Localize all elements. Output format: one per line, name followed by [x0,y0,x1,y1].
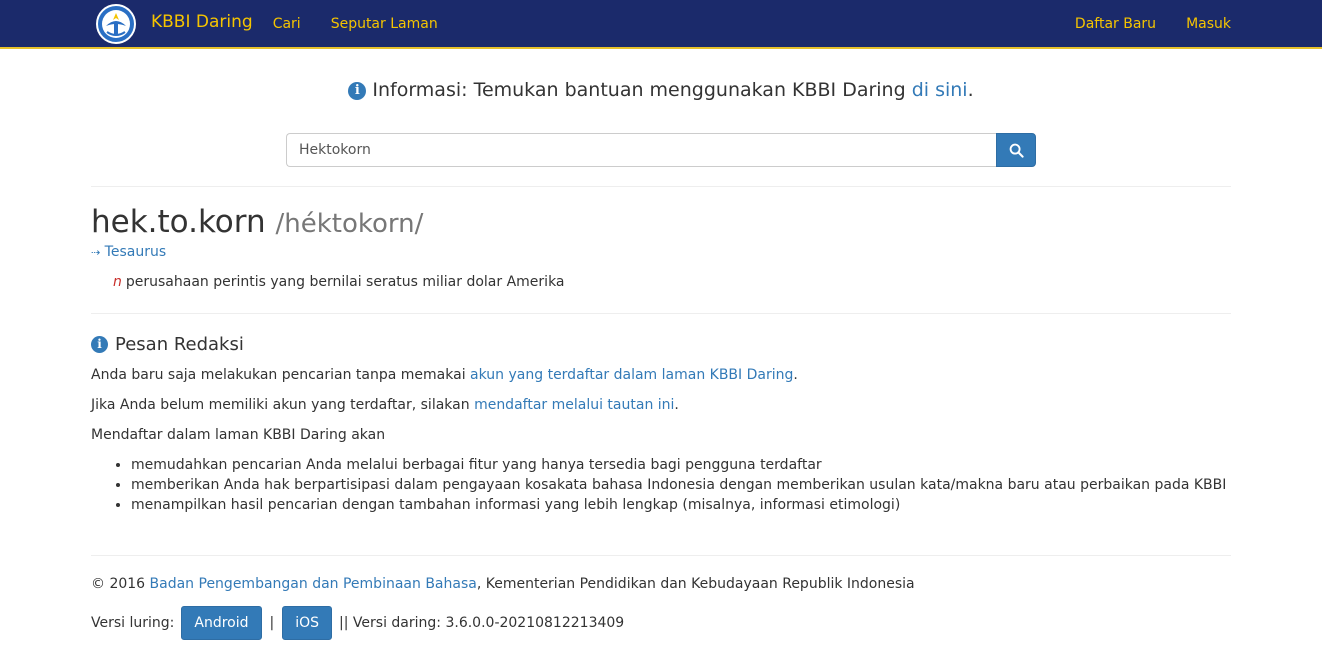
pesan-paragraph-3: Mendaftar dalam laman KBBI Daring akan [91,427,386,443]
pesan-p1-end: . [793,367,798,383]
benefits-list: memudahkan pencarian Anda melalui berbag… [91,455,1261,515]
separator: | [269,615,275,631]
divider [91,555,1231,556]
info-end: . [967,79,974,101]
pesan-p2-text: Jika Anda belum memiliki akun yang terda… [91,397,475,413]
search-button[interactable] [996,133,1036,167]
entry-pronunciation: /héktokorn/ [275,209,424,239]
versi-daring-text: || Versi daring: 3.6.0.0-20210812213409 [339,615,625,631]
nav-link-cari[interactable]: Cari [273,16,301,32]
info-banner: i Informasi: Temukan bantuan menggunakan … [0,79,1322,101]
entry-word: hek.to.korn [91,204,266,240]
info-circle-icon: i [348,82,367,100]
nav-link-daftar-baru[interactable]: Daftar Baru [1075,16,1156,32]
pesan-paragraph-2: Jika Anda belum memiliki akun yang terda… [91,397,679,413]
navbar: KBBI Daring Cari Seputar Laman Daftar Ba… [0,0,1322,49]
version-line: Versi luring: Android | iOS || Versi dar… [91,606,624,640]
copyright-prefix: © 2016 [91,576,150,592]
pesan-redaksi-heading: i Pesan Redaksi [91,334,244,355]
android-button[interactable]: Android [181,606,262,640]
dashed-arrow-icon: ⇢ [91,246,101,259]
tut-wuri-handayani-logo-icon[interactable] [96,4,136,44]
navbar-inner: KBBI Daring Cari Seputar Laman Daftar Ba… [91,0,1231,48]
list-item: memudahkan pencarian Anda melalui berbag… [131,455,1261,475]
info-circle-icon: i [91,336,108,353]
pesan-p2-end: . [674,397,679,413]
definition: n perusahaan perintis yang bernilai serat… [113,274,565,290]
part-of-speech-label: n [113,274,122,290]
pesan-paragraph-1: Anda baru saja melakukan pencarian tanpa… [91,367,798,383]
register-link[interactable]: mendaftar melalui tautan ini [474,397,674,413]
badan-bahasa-link[interactable]: Badan Pengembangan dan Pembinaan Bahasa [150,576,477,592]
search-bar [286,133,1036,167]
ios-button[interactable]: iOS [282,606,333,640]
copyright: © 2016 Badan Pengembangan dan Pembinaan … [91,576,915,592]
versi-luring-label: Versi luring: [91,615,175,631]
brand-link[interactable]: KBBI Daring [151,12,253,32]
registered-account-link[interactable]: akun yang terdaftar dalam laman KBBI Dar… [470,367,793,383]
thesaurus-link[interactable]: Tesaurus [105,244,166,260]
definition-text: perusahaan perintis yang bernilai seratu… [125,274,565,290]
divider [91,313,1231,314]
search-icon [1009,143,1024,158]
help-link[interactable]: di sini [912,79,968,101]
info-text: Informasi: Temukan bantuan menggunakan K… [372,79,912,101]
pesan-redaksi-title: Pesan Redaksi [115,334,244,355]
divider [91,186,1231,187]
nav-link-seputar-laman[interactable]: Seputar Laman [331,16,438,32]
list-item: memberikan Anda hak berpartisipasi dalam… [131,475,1261,495]
search-input[interactable] [286,133,996,167]
copyright-suffix: , Kementerian Pendidikan dan Kebudayaan … [476,576,915,592]
nav-right: Daftar Baru Masuk [1075,16,1231,32]
entry-heading: hek.to.korn /héktokorn/ [91,204,423,240]
list-item: menampilkan hasil pencarian dengan tamba… [131,495,1261,515]
pesan-p1-text: Anda baru saja melakukan pencarian tanpa… [91,367,471,383]
nav-link-masuk[interactable]: Masuk [1186,16,1231,32]
thesaurus-row: ⇢ Tesaurus [91,244,166,260]
